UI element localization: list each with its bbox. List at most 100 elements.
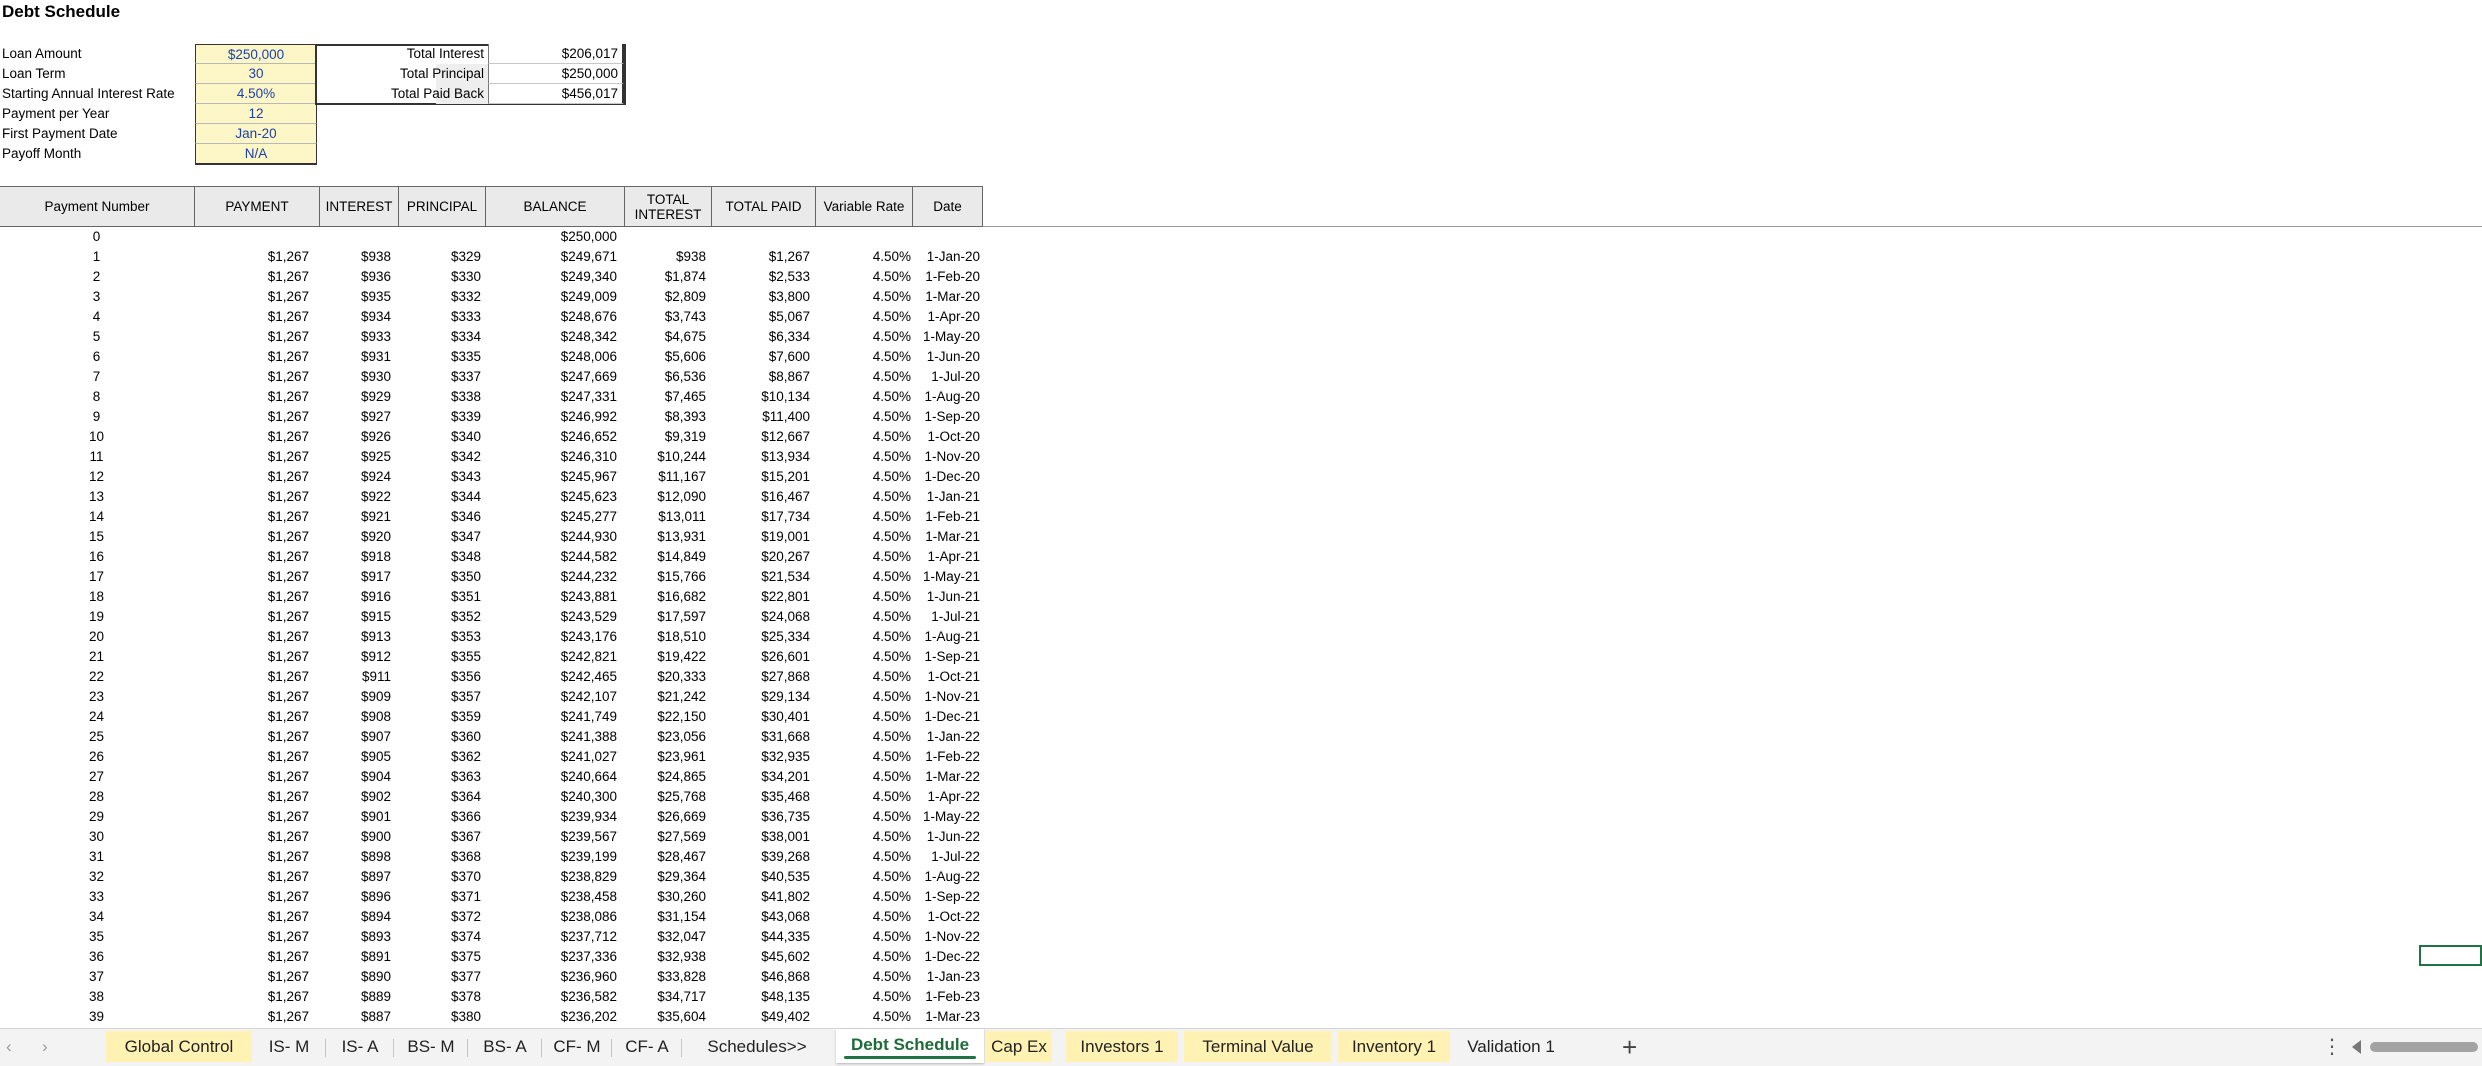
cell-total-interest[interactable]: $3,743	[620, 307, 706, 327]
cell-date[interactable]: 1-Nov-20	[912, 447, 980, 467]
sheet-tab-schedules[interactable]: Schedules>>	[686, 1031, 828, 1062]
cell-interest[interactable]: $909	[318, 687, 391, 707]
cell-balance[interactable]: $239,199	[485, 847, 617, 867]
cell-date[interactable]: 1-May-20	[912, 327, 980, 347]
cell-principal[interactable]: $333	[399, 307, 481, 327]
cell-balance[interactable]: $248,342	[485, 327, 617, 347]
cell-total-paid[interactable]: $44,335	[712, 927, 810, 947]
cell-total-paid[interactable]: $41,802	[712, 887, 810, 907]
cell-total-interest[interactable]: $4,675	[620, 327, 706, 347]
cell-payment-number[interactable]: 8	[0, 387, 193, 407]
cell-total-interest[interactable]: $25,768	[620, 787, 706, 807]
cell-payment[interactable]: $1,267	[193, 467, 309, 487]
cell-payment-number[interactable]: 34	[0, 907, 193, 927]
cell-balance[interactable]: $242,465	[485, 667, 617, 687]
cell-total-paid[interactable]: $32,935	[712, 747, 810, 767]
cell-date[interactable]: 1-Jan-23	[912, 967, 980, 987]
cell-date[interactable]: 1-Jan-21	[912, 487, 980, 507]
cell-total-interest[interactable]: $1,874	[620, 267, 706, 287]
cell-payment[interactable]: $1,267	[193, 887, 309, 907]
cell-principal[interactable]: $355	[399, 647, 481, 667]
cell-payment[interactable]: $1,267	[193, 1007, 309, 1027]
cell-total-interest[interactable]: $18,510	[620, 627, 706, 647]
cell-date[interactable]: 1-Jan-22	[912, 727, 980, 747]
cell-total-paid[interactable]: $26,601	[712, 647, 810, 667]
cell-interest[interactable]: $938	[318, 247, 391, 267]
cell-balance[interactable]: $238,458	[485, 887, 617, 907]
sheet-tab-cf-a[interactable]: CF- A	[616, 1031, 678, 1062]
cell-variable-rate[interactable]: 4.50%	[812, 707, 911, 727]
cell-date[interactable]: 1-Jul-21	[912, 607, 980, 627]
cell-total-paid[interactable]: $29,134	[712, 687, 810, 707]
sheet-tab-is-m[interactable]: IS- M	[256, 1031, 322, 1062]
cell-total-interest[interactable]: $20,333	[620, 667, 706, 687]
cell-principal[interactable]: $377	[399, 967, 481, 987]
cell-balance[interactable]: $240,300	[485, 787, 617, 807]
cell-balance[interactable]: $241,027	[485, 747, 617, 767]
cell-variable-rate[interactable]: 4.50%	[812, 967, 911, 987]
cell-variable-rate[interactable]: 4.50%	[812, 667, 911, 687]
cell-total-paid[interactable]: $31,668	[712, 727, 810, 747]
cell-payment[interactable]: $1,267	[193, 907, 309, 927]
cell-total-paid[interactable]: $5,067	[712, 307, 810, 327]
sheet-tab-bs-m[interactable]: BS- M	[398, 1031, 464, 1062]
cell-principal[interactable]: $372	[399, 907, 481, 927]
cell-variable-rate[interactable]: 4.50%	[812, 987, 911, 1007]
cell-total-interest[interactable]: $8,393	[620, 407, 706, 427]
cell-interest[interactable]: $904	[318, 767, 391, 787]
cell-balance[interactable]: $247,331	[485, 387, 617, 407]
cell-balance[interactable]: $245,277	[485, 507, 617, 527]
total-paid-back-cell[interactable]: $456,017	[488, 84, 624, 104]
cell-variable-rate[interactable]: 4.50%	[812, 767, 911, 787]
cell-variable-rate[interactable]: 4.50%	[812, 907, 911, 927]
cell-payment[interactable]: $1,267	[193, 247, 309, 267]
cell-payment[interactable]: $1,267	[193, 867, 309, 887]
cell-total-interest[interactable]: $17,597	[620, 607, 706, 627]
cell-date[interactable]: 1-Oct-22	[912, 907, 980, 927]
cell-principal[interactable]: $339	[399, 407, 481, 427]
cell-payment-number[interactable]: 9	[0, 407, 193, 427]
cell-principal[interactable]: $342	[399, 447, 481, 467]
cell-total-interest[interactable]: $22,150	[620, 707, 706, 727]
cell-date[interactable]: 1-Jul-22	[912, 847, 980, 867]
cell-interest[interactable]: $898	[318, 847, 391, 867]
cell-payment-number[interactable]: 37	[0, 967, 193, 987]
sheet-tab-investors-1[interactable]: Investors 1	[1066, 1031, 1178, 1062]
cell-payment[interactable]: $1,267	[193, 447, 309, 467]
cell-principal[interactable]: $348	[399, 547, 481, 567]
cell-principal[interactable]: $335	[399, 347, 481, 367]
cell-variable-rate[interactable]: 4.50%	[812, 387, 911, 407]
cell-variable-rate[interactable]: 4.50%	[812, 927, 911, 947]
cell-total-paid[interactable]: $13,934	[712, 447, 810, 467]
cell-total-paid[interactable]: $35,468	[712, 787, 810, 807]
cell-payment-number[interactable]: 19	[0, 607, 193, 627]
cell-date[interactable]: 1-Apr-20	[912, 307, 980, 327]
cell-total-paid[interactable]: $1,267	[712, 247, 810, 267]
cell-total-interest[interactable]: $7,465	[620, 387, 706, 407]
cell-variable-rate[interactable]: 4.50%	[812, 867, 911, 887]
cell-total-paid[interactable]: $20,267	[712, 547, 810, 567]
cell-principal[interactable]: $364	[399, 787, 481, 807]
cell-payment-number[interactable]: 27	[0, 767, 193, 787]
cell-payment-number[interactable]: 21	[0, 647, 193, 667]
cell-variable-rate[interactable]: 4.50%	[812, 587, 911, 607]
cell-variable-rate[interactable]: 4.50%	[812, 287, 911, 307]
cell-balance[interactable]: $244,582	[485, 547, 617, 567]
cell-total-interest[interactable]: $31,154	[620, 907, 706, 927]
cell-balance[interactable]: $249,340	[485, 267, 617, 287]
cell-balance[interactable]: $239,567	[485, 827, 617, 847]
cell-total-interest[interactable]: $24,865	[620, 767, 706, 787]
cell-payment-number[interactable]: 20	[0, 627, 193, 647]
cell-total-paid[interactable]: $8,867	[712, 367, 810, 387]
cell-interest[interactable]: $894	[318, 907, 391, 927]
cell-payment-number[interactable]: 13	[0, 487, 193, 507]
total-interest-cell[interactable]: $206,017	[488, 44, 624, 64]
cell-payment[interactable]: $1,267	[193, 807, 309, 827]
cell-payment[interactable]: $1,267	[193, 987, 309, 1007]
cell-interest[interactable]: $912	[318, 647, 391, 667]
header-balance[interactable]: BALANCE	[486, 187, 625, 226]
cell-variable-rate[interactable]: 4.50%	[812, 267, 911, 287]
cell-principal[interactable]: $375	[399, 947, 481, 967]
cell-total-paid[interactable]: $10,134	[712, 387, 810, 407]
cell-balance[interactable]: $250,000	[485, 227, 617, 247]
